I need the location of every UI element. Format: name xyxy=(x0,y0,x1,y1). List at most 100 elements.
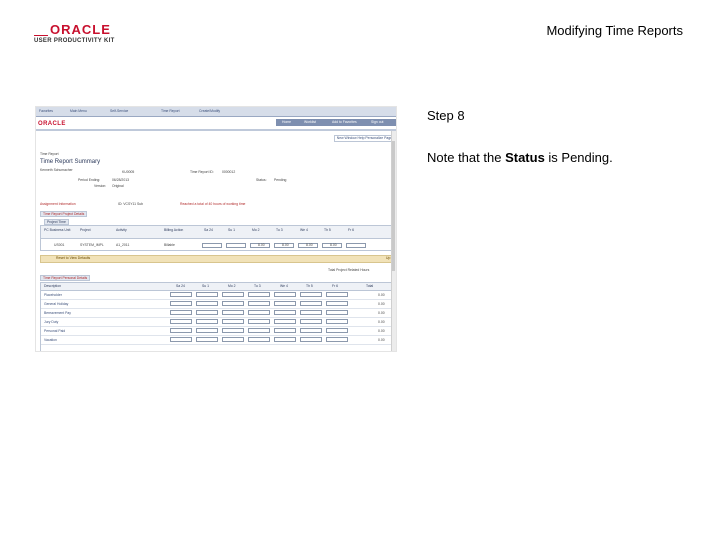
nav-time-report[interactable]: Time Report xyxy=(161,109,180,113)
nav-self-service[interactable]: Self-Service xyxy=(110,109,128,113)
cell-fr6[interactable] xyxy=(346,243,366,248)
personal-hours-input[interactable] xyxy=(170,337,192,342)
personal-hours-input[interactable] xyxy=(222,319,244,324)
personal-hours-input[interactable] xyxy=(300,337,322,342)
personal-hours-input[interactable] xyxy=(274,292,296,297)
pcol-su1: Su 1 xyxy=(202,284,209,288)
personal-row-separator xyxy=(41,317,394,318)
link-add-favorites[interactable]: Add to Favorites xyxy=(332,120,357,124)
personal-hours-input[interactable] xyxy=(248,310,270,315)
personal-hours-input[interactable] xyxy=(222,292,244,297)
personal-hours-input[interactable] xyxy=(196,328,218,333)
instruction-bold: Status xyxy=(505,150,545,165)
pcol-we4: We 4 xyxy=(280,284,288,288)
personal-hours-input[interactable] xyxy=(170,292,192,297)
nav-main-menu[interactable]: Main Menu xyxy=(70,109,87,113)
personal-row-separator xyxy=(41,326,394,327)
personal-hours-input[interactable] xyxy=(274,310,296,315)
personal-hours-input[interactable] xyxy=(248,292,270,297)
personal-hours-input[interactable] xyxy=(326,301,348,306)
pcol-th5: Th 5 xyxy=(306,284,313,288)
personal-hours-input[interactable] xyxy=(300,319,322,324)
col-mo2: Mo 2 xyxy=(252,228,260,232)
personal-hours-input[interactable] xyxy=(274,319,296,324)
personal-hours-input[interactable] xyxy=(170,301,192,306)
oracle-upk-logo: ORACLE USER PRODUCTIVITY KIT xyxy=(34,22,124,48)
col-we4: We 4 xyxy=(300,228,308,232)
cell-sa24[interactable] xyxy=(202,243,222,248)
status-label: Status: xyxy=(256,178,267,182)
personal-hours-input[interactable] xyxy=(222,310,244,315)
personal-hours-input[interactable] xyxy=(326,310,348,315)
link-worklist[interactable]: Worklist xyxy=(304,120,316,124)
personal-hours-input[interactable] xyxy=(248,337,270,342)
personal-hours-input[interactable] xyxy=(274,328,296,333)
personal-hours-input[interactable] xyxy=(248,319,270,324)
personal-hours-input[interactable] xyxy=(196,292,218,297)
personal-hours-input[interactable] xyxy=(326,337,348,342)
col-activity: Activity xyxy=(116,228,127,232)
personal-hours-input[interactable] xyxy=(222,337,244,342)
section-project-details[interactable]: Time Report Project Details xyxy=(40,211,88,217)
pcol-description: Description xyxy=(44,284,61,288)
cell-activity[interactable]: A1_2011 xyxy=(116,243,129,247)
personal-hours-input[interactable] xyxy=(300,292,322,297)
prow-label: General Holiday xyxy=(44,302,69,306)
step-label: Step 8 xyxy=(427,108,465,123)
cell-billing[interactable]: Billable xyxy=(164,243,175,247)
prow-label: Personal Paid xyxy=(44,329,66,333)
personal-hours-input[interactable] xyxy=(196,301,218,306)
col-pc-bu: PC Business Unit xyxy=(44,228,71,232)
prow-label: Vacation xyxy=(44,338,57,342)
link-sign-out[interactable]: Sign out xyxy=(371,120,383,124)
link-home[interactable]: Home xyxy=(282,120,291,124)
personal-hours-input[interactable] xyxy=(274,301,296,306)
col-project: Project xyxy=(80,228,91,232)
up-button[interactable]: Up xyxy=(386,256,390,260)
col-fr6: Fr 6 xyxy=(348,228,355,232)
reset-defaults-button[interactable]: Reset to View Defaults xyxy=(56,256,90,260)
cell-pc-bu[interactable]: US001 xyxy=(54,243,64,247)
prow-total: 0.00 xyxy=(378,329,385,333)
version-label: Version: xyxy=(94,184,107,188)
personal-hours-input[interactable] xyxy=(222,328,244,333)
personal-hours-input[interactable] xyxy=(326,328,348,333)
personal-row-separator xyxy=(41,299,394,300)
prow-label: Bereavement Pay xyxy=(44,311,71,315)
cell-project[interactable]: SYSTEM_IMPL xyxy=(80,243,104,247)
pcol-fr6: Fr 6 xyxy=(332,284,339,288)
personal-hours-input[interactable] xyxy=(222,301,244,306)
personal-hours-input[interactable] xyxy=(170,328,192,333)
personal-hours-input[interactable] xyxy=(196,319,218,324)
step-instruction: Note that the Status is Pending. xyxy=(427,150,613,165)
prow-label: Jury Duty xyxy=(44,320,59,324)
personal-hours-input[interactable] xyxy=(196,337,218,342)
section-personal-details[interactable]: Time Report Personal Details xyxy=(40,275,91,281)
personal-hours-input[interactable] xyxy=(326,319,348,324)
col-sa24: Sa 24 xyxy=(204,228,213,232)
personal-hours-input[interactable] xyxy=(300,310,322,315)
instruction-text-1: Note that the xyxy=(427,150,506,165)
cell-su1[interactable] xyxy=(226,243,246,248)
personal-hours-input[interactable] xyxy=(274,337,296,342)
cell-we4-value: 8.00 xyxy=(306,243,313,247)
personal-hours-input[interactable] xyxy=(248,328,270,333)
nav-favorites[interactable]: Favorites xyxy=(39,109,53,113)
scrollbar-thumb[interactable] xyxy=(392,141,395,271)
personal-hours-input[interactable] xyxy=(300,328,322,333)
personal-hours-input[interactable] xyxy=(196,310,218,315)
personal-hours-input[interactable] xyxy=(300,301,322,306)
period-label: Period Ending: xyxy=(78,178,101,182)
col-billing: Billing Action xyxy=(164,228,184,232)
nav-create-modify[interactable]: Create/Modify xyxy=(199,109,220,113)
breadcrumb: Time Report xyxy=(40,152,59,156)
personal-hours-input[interactable] xyxy=(248,301,270,306)
pcol-mo2: Mo 2 xyxy=(228,284,236,288)
version-value: Original xyxy=(112,184,124,188)
page-heading: Time Report Summary xyxy=(40,159,101,165)
personalize-links[interactable]: New Window Help Personalize Page xyxy=(337,136,392,140)
personal-hours-input[interactable] xyxy=(326,292,348,297)
prow-total: 0.00 xyxy=(378,293,385,297)
personal-hours-input[interactable] xyxy=(170,319,192,324)
personal-hours-input[interactable] xyxy=(170,310,192,315)
